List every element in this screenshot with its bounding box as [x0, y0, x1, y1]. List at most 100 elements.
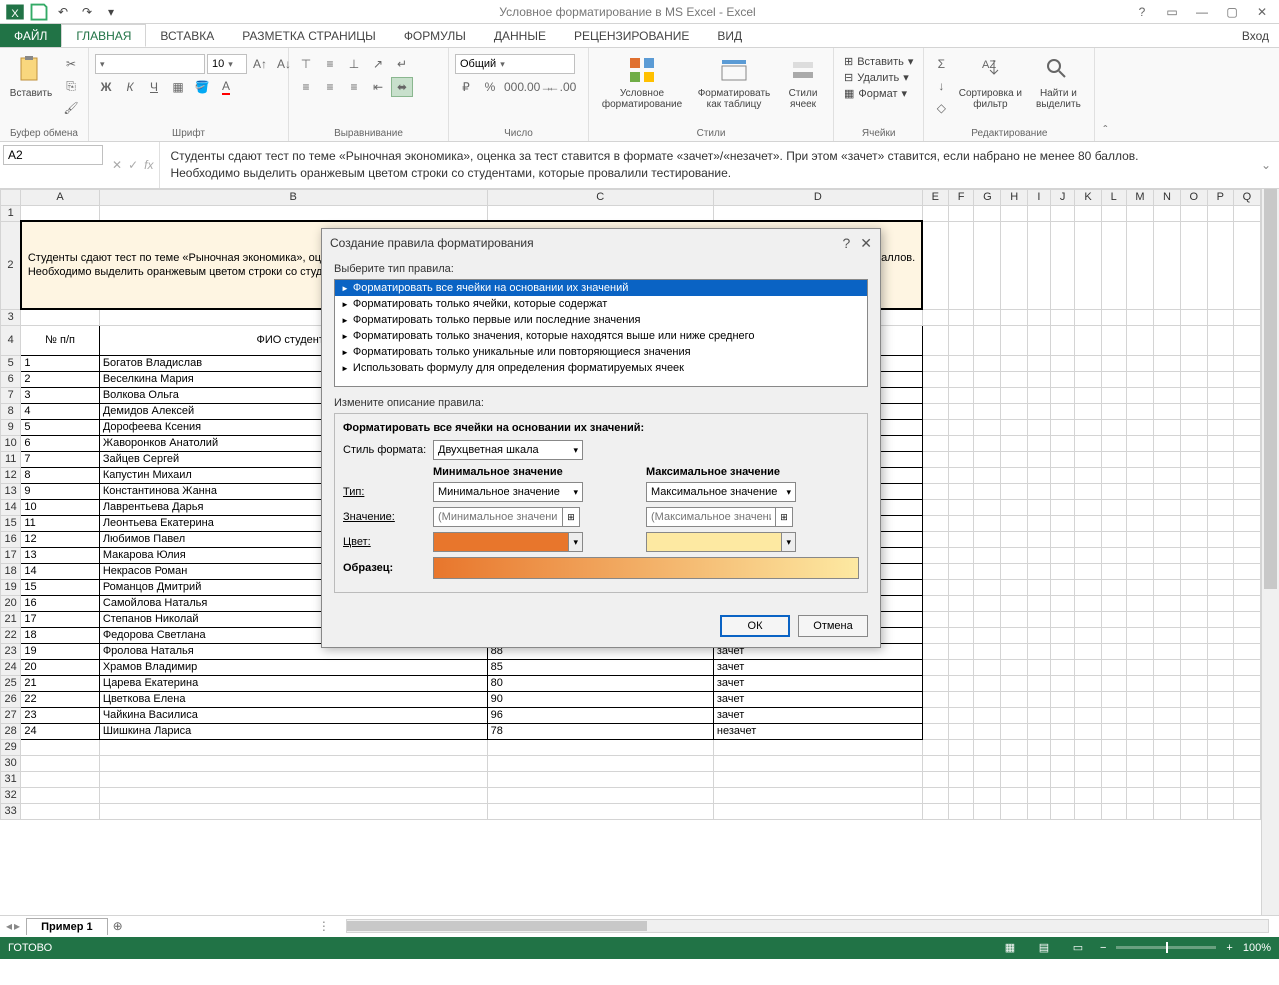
horizontal-scrollbar[interactable]: [346, 919, 1269, 933]
formula-content[interactable]: Студенты сдают тест по теме «Рыночная эк…: [159, 142, 1261, 188]
table-cell[interactable]: зачет: [713, 691, 922, 707]
row-header[interactable]: 13: [1, 483, 21, 499]
signin-link[interactable]: Вход: [1232, 24, 1279, 47]
font-color-icon[interactable]: A: [215, 77, 237, 97]
fill-color-icon[interactable]: 🪣: [191, 77, 213, 97]
row-header[interactable]: 5: [1, 355, 21, 371]
qat-dropdown-icon[interactable]: ▾: [100, 2, 122, 22]
table-cell[interactable]: 90: [487, 691, 713, 707]
format-as-table-button[interactable]: Форматировать как таблицу: [693, 54, 775, 110]
align-bottom-icon[interactable]: ⊥: [343, 54, 365, 74]
min-value-input[interactable]: [433, 507, 563, 527]
max-value-input[interactable]: [646, 507, 776, 527]
column-header[interactable]: Q: [1233, 189, 1260, 205]
find-select-button[interactable]: Найти и выделить: [1028, 54, 1088, 110]
add-sheet-icon[interactable]: ⊕: [108, 919, 128, 933]
row-header[interactable]: 12: [1, 467, 21, 483]
rule-type-item[interactable]: Форматировать только ячейки, которые сод…: [335, 296, 867, 312]
table-cell[interactable]: зачет: [713, 707, 922, 723]
merge-center-icon[interactable]: ⬌: [391, 77, 413, 97]
column-header[interactable]: P: [1207, 189, 1233, 205]
close-icon[interactable]: ✕: [1249, 2, 1275, 22]
table-cell[interactable]: 11: [21, 515, 99, 531]
page-layout-view-icon[interactable]: ▤: [1032, 939, 1056, 957]
table-cell[interactable]: 8: [21, 467, 99, 483]
table-cell[interactable]: Цветкова Елена: [99, 691, 487, 707]
table-cell[interactable]: 4: [21, 403, 99, 419]
column-header[interactable]: J: [1050, 189, 1075, 205]
rule-type-list[interactable]: Форматировать все ячейки на основании их…: [334, 279, 868, 387]
tab-data[interactable]: ДАННЫЕ: [480, 24, 560, 47]
table-cell[interactable]: 22: [21, 691, 99, 707]
column-header[interactable]: N: [1154, 189, 1181, 205]
column-header[interactable]: G: [974, 189, 1001, 205]
column-header[interactable]: O: [1180, 189, 1207, 205]
column-header[interactable]: H: [1001, 189, 1028, 205]
table-cell[interactable]: Храмов Владимир: [99, 659, 487, 675]
column-header[interactable]: D: [713, 189, 922, 205]
min-type-select[interactable]: Минимальное значение: [433, 482, 583, 502]
conditional-formatting-button[interactable]: Условное форматирование: [595, 54, 689, 110]
row-header[interactable]: 1: [1, 205, 21, 221]
table-cell[interactable]: 78: [487, 723, 713, 739]
sort-filter-button[interactable]: AZ Сортировка и фильтр: [956, 54, 1024, 110]
row-header[interactable]: 6: [1, 371, 21, 387]
row-header[interactable]: 11: [1, 451, 21, 467]
table-cell[interactable]: 10: [21, 499, 99, 515]
undo-icon[interactable]: ↶: [52, 2, 74, 22]
rule-type-item[interactable]: Форматировать только значения, которые н…: [335, 328, 867, 344]
zoom-slider[interactable]: [1116, 946, 1216, 949]
tab-file[interactable]: ФАЙЛ: [0, 24, 61, 47]
table-cell[interactable]: зачет: [713, 675, 922, 691]
zoom-level[interactable]: 100%: [1243, 942, 1271, 954]
autosum-icon[interactable]: Σ: [930, 54, 952, 74]
fill-icon[interactable]: ↓: [930, 76, 952, 96]
table-cell[interactable]: 2: [21, 371, 99, 387]
column-header[interactable]: F: [948, 189, 974, 205]
table-cell[interactable]: 15: [21, 579, 99, 595]
italic-button[interactable]: К: [119, 77, 141, 97]
table-cell[interactable]: Чайкина Василиса: [99, 707, 487, 723]
row-header[interactable]: 31: [1, 771, 21, 787]
row-header[interactable]: 25: [1, 675, 21, 691]
expand-formula-icon[interactable]: ⌄: [1261, 158, 1279, 172]
redo-icon[interactable]: ↷: [76, 2, 98, 22]
minimize-icon[interactable]: —: [1189, 2, 1215, 22]
row-header[interactable]: 18: [1, 563, 21, 579]
decrease-decimal-icon[interactable]: ←.00: [551, 77, 573, 97]
table-cell[interactable]: 24: [21, 723, 99, 739]
clear-icon[interactable]: ◇: [930, 98, 952, 118]
column-header[interactable]: K: [1075, 189, 1101, 205]
wrap-text-icon[interactable]: ↵: [391, 54, 413, 74]
zoom-out-icon[interactable]: −: [1100, 942, 1106, 954]
align-center-icon[interactable]: ≡: [319, 77, 341, 97]
border-icon[interactable]: ▦: [167, 77, 189, 97]
column-header[interactable]: A: [21, 189, 99, 205]
copy-icon[interactable]: ⎘: [60, 76, 82, 96]
column-header[interactable]: L: [1101, 189, 1126, 205]
row-header[interactable]: 2: [1, 221, 21, 309]
table-cell[interactable]: 23: [21, 707, 99, 723]
table-cell[interactable]: Шишкина Лариса: [99, 723, 487, 739]
zoom-in-icon[interactable]: +: [1226, 942, 1232, 954]
format-painter-icon[interactable]: 🖌: [60, 98, 82, 118]
table-cell[interactable]: 17: [21, 611, 99, 627]
table-cell[interactable]: 21: [21, 675, 99, 691]
row-header[interactable]: 29: [1, 739, 21, 755]
row-header[interactable]: 17: [1, 547, 21, 563]
select-all-corner[interactable]: [1, 189, 21, 205]
align-left-icon[interactable]: ≡: [295, 77, 317, 97]
tab-split-icon[interactable]: ⋮: [312, 919, 336, 933]
font-size-combo[interactable]: 10: [207, 54, 247, 74]
format-button[interactable]: ▦Формат▾: [840, 86, 917, 101]
collapse-ribbon-icon[interactable]: ˆ: [1095, 48, 1115, 141]
tab-view[interactable]: ВИД: [703, 24, 756, 47]
table-cell[interactable]: 7: [21, 451, 99, 467]
max-type-select[interactable]: Максимальное значение: [646, 482, 796, 502]
increase-decimal-icon[interactable]: .00→: [527, 77, 549, 97]
table-cell[interactable]: 9: [21, 483, 99, 499]
min-ref-icon[interactable]: ⊞: [562, 507, 580, 527]
table-cell[interactable]: 85: [487, 659, 713, 675]
cut-icon[interactable]: ✂: [60, 54, 82, 74]
delete-button[interactable]: ⊟Удалить▾: [840, 70, 917, 85]
